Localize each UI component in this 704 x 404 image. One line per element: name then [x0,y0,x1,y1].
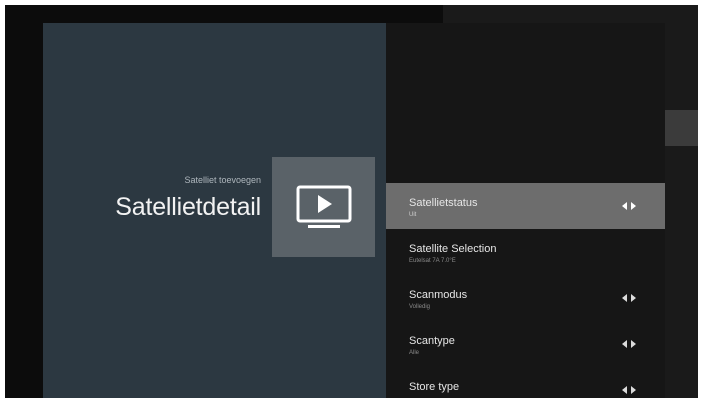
left-right-arrows-icon[interactable] [622,201,636,211]
menu-item-label: Store type [409,381,460,393]
tv-play-icon [296,185,351,228]
menu-item-satellietstatus[interactable]: Satellietstatus Uit [386,183,665,229]
menu-item-value: Volledig [409,304,431,310]
settings-list-panel: Satellietstatus Uit Satellite Selection … [386,23,665,398]
menu-item-scanmodus[interactable]: Scanmodus Volledig [386,275,665,321]
menu-item-scantype[interactable]: Scantype Alle [386,321,665,367]
page-title: Satellietdetail [115,193,261,221]
menu-item-satellite-selection[interactable]: Satellite Selection Eutelsat 7A 7.0°E [386,229,665,275]
menu-item-value: Eutelsat 7A 7.0°E [409,258,456,264]
tv-icon-tile [272,157,375,257]
left-right-arrows-icon[interactable] [622,339,636,349]
menu-item-label: Satellite Selection [409,243,497,255]
menu-item-value: Alle [409,350,420,356]
breadcrumb: Satelliet toevoegen [184,175,261,185]
background-highlight [665,110,698,146]
left-right-arrows-icon[interactable] [622,293,636,303]
menu-item-label: Scanmodus [409,289,468,301]
menu-item-label: Scantype [409,335,455,347]
menu-item-value: Uit [409,212,417,218]
left-right-arrows-icon[interactable] [622,385,636,395]
menu-item-store-type[interactable]: Store type [386,367,665,398]
settings-menu: Satellietstatus Uit Satellite Selection … [386,183,665,398]
menu-item-label: Satellietstatus [409,197,478,209]
tv-screen: Satelliet toevoegen Satellietdetail Sate… [5,5,698,398]
